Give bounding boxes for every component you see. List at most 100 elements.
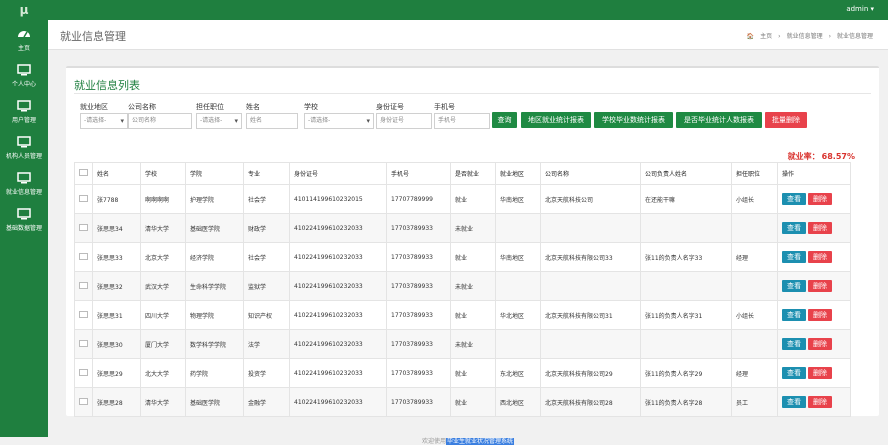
search-button[interactable]: 查询: [492, 112, 517, 128]
table-cell: [640, 329, 732, 359]
view-button[interactable]: 查看: [782, 338, 806, 350]
table-cell: 17703789933: [386, 213, 451, 243]
sidebar-item-users[interactable]: 用户管理: [0, 92, 48, 128]
region-select[interactable]: -请选择-: [80, 113, 128, 129]
top-bar: μ admin ▾: [0, 0, 888, 20]
table-cell: 北京天航科技有限公司31: [540, 300, 641, 330]
filter-region: 就业地区 -请选择-: [80, 102, 128, 129]
delete-button[interactable]: 删除: [808, 338, 832, 350]
row-checkbox[interactable]: [74, 329, 93, 359]
row-checkbox[interactable]: [74, 184, 93, 214]
home-icon: 🏠: [746, 33, 755, 40]
view-button[interactable]: 查看: [782, 396, 806, 408]
table-cell: [731, 271, 778, 301]
table-cell: 清华大学: [140, 387, 186, 417]
employment-rate: 就业率： 68.57%: [788, 151, 855, 162]
delete-button[interactable]: 删除: [808, 280, 832, 292]
row-checkbox[interactable]: [74, 242, 93, 272]
sidebar-item-employment[interactable]: 就业信息管理: [0, 164, 48, 200]
delete-button[interactable]: 删除: [808, 309, 832, 321]
table-cell: 张思思34: [92, 213, 141, 243]
table-cell: 物理学院: [185, 300, 244, 330]
table-cell: 张思思29: [92, 358, 141, 388]
column-header: 专业: [243, 162, 290, 185]
view-button[interactable]: 查看: [782, 193, 806, 205]
sidebar-item-staff[interactable]: 机构人员管理: [0, 128, 48, 164]
row-checkbox[interactable]: [74, 213, 93, 243]
column-header: 就业地区: [495, 162, 541, 185]
filter-label: 身份证号: [376, 103, 404, 111]
table-cell: 社会学: [243, 242, 290, 272]
delete-button[interactable]: 删除: [808, 396, 832, 408]
delete-button[interactable]: 删除: [808, 367, 832, 379]
table-cell: 17707789999: [386, 184, 451, 214]
table-cell: [495, 213, 541, 243]
view-button[interactable]: 查看: [782, 251, 806, 263]
row-actions: 查看 删除: [777, 242, 851, 272]
sidebar-item-basedata[interactable]: 基础数据管理: [0, 200, 48, 236]
view-button[interactable]: 查看: [782, 222, 806, 234]
sidebar-item-label: 用户管理: [11, 117, 36, 124]
table-cell: 北京大学: [140, 242, 186, 272]
row-actions: 查看 删除: [777, 387, 851, 417]
table-cell: 在还能干嘛: [640, 184, 732, 214]
row-checkbox[interactable]: [74, 387, 93, 417]
view-button[interactable]: 查看: [782, 309, 806, 321]
column-header: 姓名: [92, 162, 141, 185]
table-cell: 经理: [731, 358, 778, 388]
table-cell: 张7788: [92, 184, 141, 214]
sidebar-item-label: 基础数据管理: [5, 225, 42, 232]
row-checkbox[interactable]: [74, 271, 93, 301]
page-header: 就业信息管理 🏠 主页 › 就业信息管理 › 就业信息管理: [48, 20, 888, 50]
table-cell: 17703789933: [386, 358, 451, 388]
select-all-checkbox[interactable]: [74, 162, 93, 185]
idcard-input[interactable]: 身份证号: [376, 113, 432, 129]
table-cell: 张思思30: [92, 329, 141, 359]
panel-title: 就业信息列表: [74, 79, 140, 92]
page-title: 就业信息管理: [60, 30, 126, 43]
school-report-button[interactable]: 学校毕业数统计报表: [594, 112, 673, 128]
view-button[interactable]: 查看: [782, 367, 806, 379]
graduation-report-button[interactable]: 是否毕业统计人数报表: [676, 112, 762, 128]
table-cell: 金融学: [243, 387, 290, 417]
table-cell: 17703789933: [386, 387, 451, 417]
table-cell: 华北地区: [495, 300, 541, 330]
table-cell: 就业: [450, 387, 496, 417]
table-cell: 410224199610232033: [289, 329, 387, 359]
column-header: 身份证号: [289, 162, 387, 185]
region-report-button[interactable]: 地区就业统计报表: [521, 112, 591, 128]
delete-button[interactable]: 删除: [808, 193, 832, 205]
table-cell: 410114199610232015: [289, 184, 387, 214]
breadcrumb-item[interactable]: 就业信息管理: [787, 33, 823, 40]
sidebar-item-profile[interactable]: 个人中心: [0, 56, 48, 92]
company-input[interactable]: 公司名称: [128, 113, 192, 129]
phone-input[interactable]: 手机号: [434, 113, 490, 129]
table-cell: 17703789933: [386, 329, 451, 359]
table-cell: [640, 213, 732, 243]
table-cell: 东北地区: [495, 358, 541, 388]
table-cell: 华南地区: [495, 242, 541, 272]
table-cell: 护理学院: [185, 184, 244, 214]
table-cell: 基础医学院: [185, 213, 244, 243]
school-select[interactable]: -请选择-: [304, 113, 374, 129]
table-cell: 经济学院: [185, 242, 244, 272]
delete-button[interactable]: 删除: [808, 222, 832, 234]
table-cell: 法学: [243, 329, 290, 359]
filter-label: 手机号: [434, 103, 455, 111]
breadcrumb-home[interactable]: 主页: [760, 33, 772, 40]
table-cell: 410224199610232033: [289, 300, 387, 330]
filter-idcard: 身份证号 身份证号: [376, 102, 432, 129]
sidebar-item-home[interactable]: 主页: [0, 20, 48, 56]
delete-button[interactable]: 删除: [808, 251, 832, 263]
view-button[interactable]: 查看: [782, 280, 806, 292]
row-actions: 查看 删除: [777, 329, 851, 359]
table-cell: 17703789933: [386, 271, 451, 301]
user-menu[interactable]: admin ▾: [846, 0, 874, 18]
position-select[interactable]: -请选择-: [196, 113, 242, 129]
monitor-icon: [17, 136, 31, 148]
row-checkbox[interactable]: [74, 300, 93, 330]
table-cell: 监狱学: [243, 271, 290, 301]
row-checkbox[interactable]: [74, 358, 93, 388]
batch-delete-button[interactable]: 批量删除: [765, 112, 807, 128]
name-input[interactable]: 姓名: [246, 113, 298, 129]
